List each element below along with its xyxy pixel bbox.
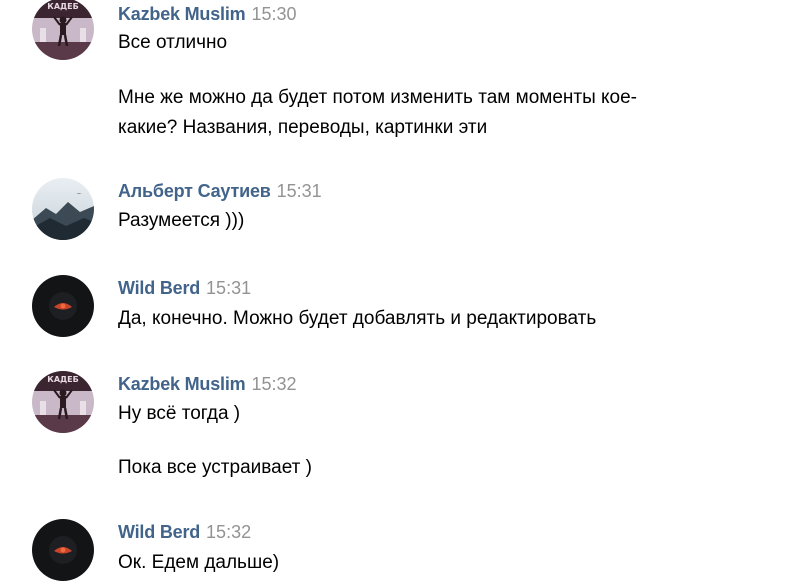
message-header: Kazbek Muslim 15:32	[118, 374, 296, 395]
author-name[interactable]: Kazbek Muslim	[118, 4, 246, 24]
message-header: Альберт Саутиев 15:31	[118, 181, 322, 202]
message-text: Да, конечно. Можно будет добавлять и ред…	[118, 308, 597, 329]
svg-text:КАДЕБ: КАДЕБ	[47, 375, 78, 384]
mountain-avatar-icon[interactable]	[32, 178, 94, 240]
dark-avatar-icon[interactable]	[32, 519, 94, 581]
message-text: Ну всё тогда )	[118, 403, 241, 424]
message-time[interactable]: 15:30	[251, 4, 296, 24]
message-header: Wild Berd 15:31	[118, 278, 251, 299]
message-time[interactable]: 15:31	[277, 181, 322, 201]
gym-avatar-icon[interactable]: КАДЕБ	[32, 0, 94, 60]
message-header: Kazbek Muslim 15:30	[118, 4, 296, 25]
message-time[interactable]: 15:32	[251, 374, 296, 394]
message-text: Пока все устраивает )	[118, 457, 312, 478]
message-text: Разумеется )))	[118, 210, 245, 231]
svg-text:КАДЕБ: КАДЕБ	[47, 2, 78, 11]
message-time[interactable]: 15:32	[206, 522, 251, 542]
gym-avatar-icon[interactable]: КАДЕБ	[32, 371, 94, 433]
author-name[interactable]: Wild Berd	[118, 522, 200, 542]
message-text: Мне же можно да будет потом изменить там…	[118, 87, 638, 108]
author-name[interactable]: Альберт Саутиев	[118, 181, 271, 201]
message-time[interactable]: 15:31	[206, 278, 251, 298]
message-header: Wild Berd 15:32	[118, 522, 251, 543]
author-name[interactable]: Wild Berd	[118, 278, 200, 298]
dark-avatar-icon[interactable]	[32, 275, 94, 337]
message-text: Все отлично	[118, 32, 228, 53]
author-name[interactable]: Kazbek Muslim	[118, 374, 246, 394]
message-text: какие? Названия, переводы, картинки эти	[118, 117, 488, 138]
message-text: Ок. Едем дальше)	[118, 552, 280, 573]
